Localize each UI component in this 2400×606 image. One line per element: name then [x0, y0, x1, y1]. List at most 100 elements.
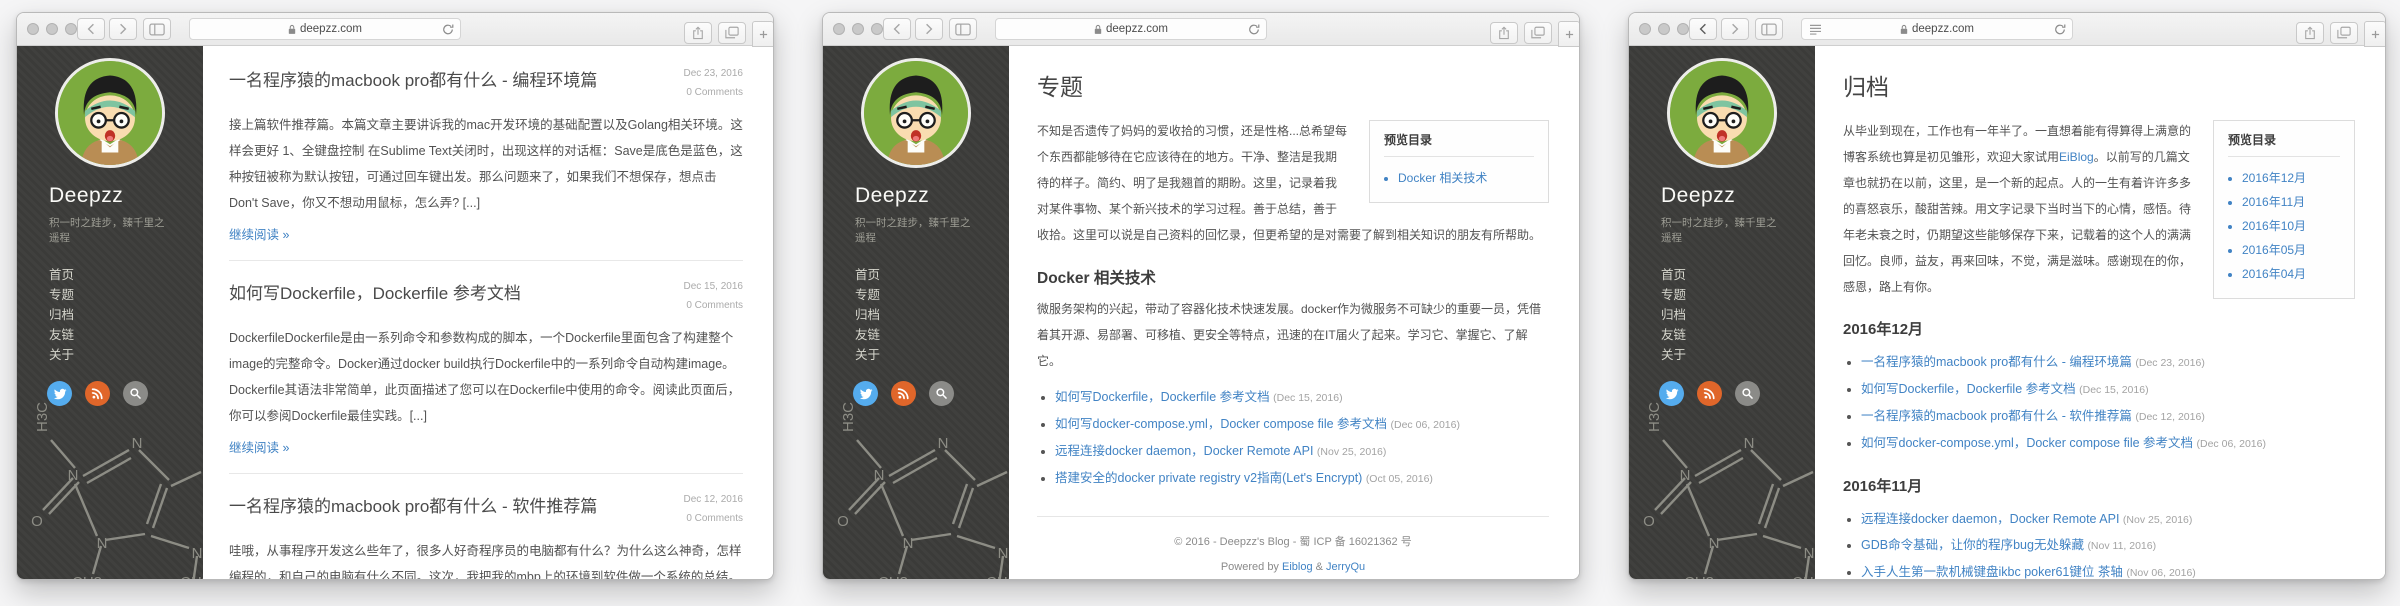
sidebar: Deepzz 积一时之跬步，臻千里之遥程 首页 专题 归档 友链 关于 [823, 46, 1009, 579]
toolbar-right [2296, 18, 2377, 47]
sidebar-item-archive[interactable]: 归档 [1661, 305, 1815, 325]
avatar[interactable] [1667, 58, 1777, 168]
refresh-icon[interactable] [1248, 23, 1260, 36]
reader-view-icon[interactable] [1809, 24, 1822, 35]
atom-label: CH3 [986, 574, 1009, 579]
toc-link[interactable]: 2016年12月 [2242, 171, 2306, 185]
toc-link[interactable]: 2016年10月 [2242, 219, 2306, 233]
sidebar-item-about[interactable]: 关于 [49, 345, 203, 365]
eiblog-link[interactable]: EiBlog [2059, 150, 2094, 164]
toc-box: 预览目录 2016年12月 2016年11月 2016年10月 2016年05月… [2213, 120, 2355, 299]
share-icon[interactable] [2296, 22, 2324, 44]
back-icon[interactable] [883, 18, 911, 40]
post-link[interactable]: 如何写Dockerfile，Dockerfile 参考文档 [1861, 382, 2076, 396]
post-link[interactable]: 如何写docker-compose.yml，Docker compose fil… [1861, 436, 2193, 450]
forward-icon[interactable] [1721, 18, 1749, 40]
article-meta: Dec 23, 2016 0 Comments [655, 64, 743, 102]
sidebar-item-friends[interactable]: 友链 [49, 325, 203, 345]
minimize-button[interactable] [46, 23, 58, 35]
tabs-overview-icon[interactable] [1524, 22, 1552, 44]
sidebar-item-topics[interactable]: 专题 [1661, 285, 1815, 305]
toolbar-right [684, 18, 765, 47]
post-link-list: 一名程序猿的macbook pro都有什么 - 编程环境篇 (Dec 23, 2… [1843, 349, 2355, 457]
sidebar-item-topics[interactable]: 专题 [855, 285, 1009, 305]
toc-link[interactable]: 2016年11月 [2242, 195, 2305, 209]
share-icon[interactable] [684, 22, 712, 44]
powered-by-line: Powered by Eiblog & JerryQu [1037, 561, 1549, 573]
sidebar-item-home[interactable]: 首页 [49, 265, 203, 285]
list-item: 一名程序猿的macbook pro都有什么 - 软件推荐篇 (Dec 12, 2… [1861, 403, 2355, 430]
close-button[interactable] [1639, 23, 1651, 35]
refresh-icon[interactable] [2054, 23, 2066, 36]
minimize-button[interactable] [1658, 23, 1670, 35]
sidebar-item-topics[interactable]: 专题 [49, 285, 203, 305]
article-date: Dec 23, 2016 [655, 64, 743, 83]
atom-label: O [837, 513, 849, 530]
sidebar-item-archive[interactable]: 归档 [49, 305, 203, 325]
address-bar[interactable]: deepzz.com [1801, 18, 2073, 40]
close-button[interactable] [833, 23, 845, 35]
sidebar-toggle-icon[interactable] [1755, 18, 1783, 40]
article-title-link[interactable]: 一名程序猿的macbook pro都有什么 - 编程环境篇 [229, 66, 647, 91]
post-link[interactable]: 远程连接docker daemon，Docker Remote API [1861, 512, 2119, 526]
article-title-link[interactable]: 如何写Dockerfile，Dockerfile 参考文档 [229, 279, 647, 304]
post-link[interactable]: 一名程序猿的macbook pro都有什么 - 编程环境篇 [1861, 355, 2132, 369]
sidebar-item-friends[interactable]: 友链 [1661, 325, 1815, 345]
lock-icon [1900, 24, 1908, 35]
avatar[interactable] [55, 58, 165, 168]
zoom-button[interactable] [65, 23, 77, 35]
post-link[interactable]: 搭建安全的docker private registry v2指南(Let's … [1055, 471, 1362, 485]
atom-label: N [68, 467, 79, 484]
titlebar: deepzz.com [1629, 13, 2385, 46]
post-link[interactable]: 如何写docker-compose.yml，Docker compose fil… [1055, 417, 1387, 431]
refresh-icon[interactable] [442, 23, 454, 36]
sidebar-item-home[interactable]: 首页 [855, 265, 1009, 285]
atom-label: CH3 [878, 574, 908, 579]
address-bar[interactable]: deepzz.com [995, 18, 1267, 40]
article-title-link[interactable]: 一名程序猿的macbook pro都有什么 - 软件推荐篇 [229, 492, 647, 517]
browser-window-home: deepzz.com [16, 12, 774, 580]
share-icon[interactable] [1490, 22, 1518, 44]
list-item: GDB命令基础，让你的程序bug无处躲藏 (Nov 11, 2016) [1861, 532, 2355, 559]
new-tab-icon[interactable] [2364, 21, 2386, 47]
forward-icon[interactable] [109, 18, 137, 40]
post-link[interactable]: 远程连接docker daemon，Docker Remote API [1055, 444, 1313, 458]
minimize-button[interactable] [852, 23, 864, 35]
sidebar-item-home[interactable]: 首页 [1661, 265, 1815, 285]
address-bar[interactable]: deepzz.com [189, 18, 461, 40]
url-text: deepzz.com [1106, 23, 1168, 35]
read-more-link[interactable]: 继续阅读 » [229, 437, 289, 456]
atom-label: N [1709, 535, 1720, 552]
eiblog-link[interactable]: Eiblog [1282, 561, 1313, 573]
jerryqu-link[interactable]: JerryQu [1326, 561, 1365, 573]
toc-link[interactable]: 2016年05月 [2242, 243, 2306, 257]
back-icon[interactable] [77, 18, 105, 40]
toc-item: 2016年11月 [2242, 190, 2340, 214]
atom-label: O [1643, 513, 1655, 530]
sidebar-item-friends[interactable]: 友链 [855, 325, 1009, 345]
forward-icon[interactable] [915, 18, 943, 40]
sidebar-item-about[interactable]: 关于 [855, 345, 1009, 365]
back-icon[interactable] [1689, 18, 1717, 40]
close-button[interactable] [27, 23, 39, 35]
toc-item: Docker 相关技术 [1398, 166, 1534, 190]
article-date: Dec 12, 2016 [655, 490, 743, 509]
post-link[interactable]: 入手人生第一款机械键盘ikbc poker61键位 茶轴 [1861, 565, 2123, 579]
post-link[interactable]: 如何写Dockerfile，Dockerfile 参考文档 [1055, 390, 1270, 404]
zoom-button[interactable] [1677, 23, 1689, 35]
sidebar-toggle-icon[interactable] [949, 18, 977, 40]
tabs-overview-icon[interactable] [718, 22, 746, 44]
toc-link[interactable]: Docker 相关技术 [1398, 171, 1487, 185]
sidebar-toggle-icon[interactable] [143, 18, 171, 40]
sidebar-item-about[interactable]: 关于 [1661, 345, 1815, 365]
new-tab-icon[interactable] [1558, 21, 1580, 47]
sidebar-item-archive[interactable]: 归档 [855, 305, 1009, 325]
post-link[interactable]: GDB命令基础，让你的程序bug无处躲藏 [1861, 538, 2084, 552]
read-more-link[interactable]: 继续阅读 » [229, 224, 289, 243]
avatar[interactable] [861, 58, 971, 168]
new-tab-icon[interactable] [752, 21, 774, 47]
post-link[interactable]: 一名程序猿的macbook pro都有什么 - 软件推荐篇 [1861, 409, 2132, 423]
zoom-button[interactable] [871, 23, 883, 35]
toc-link[interactable]: 2016年04月 [2242, 267, 2306, 281]
tabs-overview-icon[interactable] [2330, 22, 2358, 44]
